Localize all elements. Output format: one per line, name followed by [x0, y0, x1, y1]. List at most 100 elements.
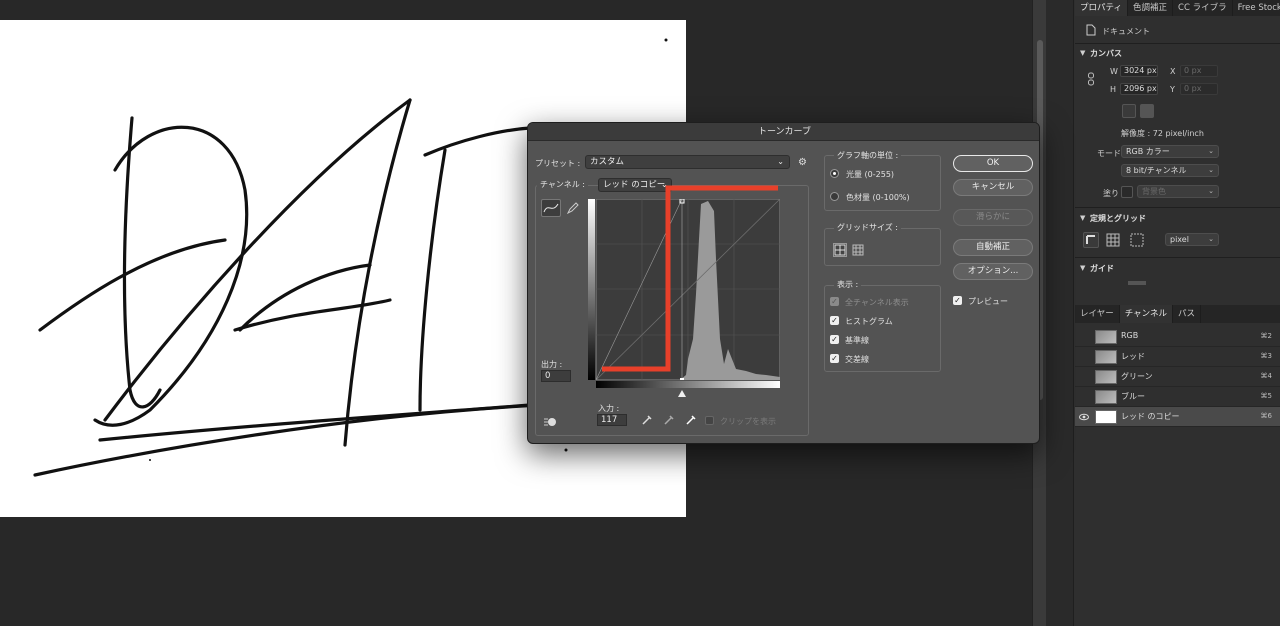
tab-paths[interactable]: パス — [1173, 305, 1202, 323]
cancel-button[interactable]: キャンセル — [953, 179, 1033, 196]
pigment-radio[interactable] — [830, 192, 839, 201]
all-channels-checkbox[interactable]: ✓ — [830, 297, 839, 306]
height-field[interactable]: 2096 px — [1120, 83, 1158, 95]
ruler-icon[interactable] — [1083, 232, 1099, 248]
preview-checkbox[interactable]: ✓ — [953, 296, 962, 305]
intersection-line-label: 交差線 — [845, 355, 869, 364]
light-radio[interactable] — [830, 169, 839, 178]
input-slider-handle[interactable] — [678, 390, 686, 397]
simple-grid-icon[interactable] — [833, 243, 847, 257]
on-image-adjust-icon[interactable] — [542, 415, 558, 429]
ruler-unit-select[interactable]: pixel ⌄ — [1165, 233, 1219, 246]
histogram-label: ヒストグラム — [845, 317, 893, 326]
width-field[interactable]: 3024 px — [1120, 65, 1158, 77]
mode-select[interactable]: RGB カラー ⌄ — [1121, 145, 1219, 158]
tab-adjustments[interactable]: 色調補正 — [1128, 0, 1174, 16]
width-label: W — [1110, 67, 1118, 76]
graph-unit-label: グラフ軸の単位 : — [834, 150, 902, 161]
gear-icon[interactable]: ⚙ — [798, 157, 807, 168]
rulers-grid-section-title: 定規とグリッド — [1090, 214, 1146, 223]
channel-row-red[interactable]: レッド ⌘3 — [1075, 347, 1280, 367]
pencil-icon[interactable] — [566, 201, 580, 215]
pixel-grid-icon[interactable] — [1130, 233, 1144, 247]
mode-label: モード — [1097, 149, 1121, 158]
y-label: Y — [1170, 85, 1175, 94]
canvas-section-title: カンバス — [1090, 49, 1122, 58]
histogram-checkbox[interactable]: ✓ — [830, 316, 839, 325]
channel-name: ブルー — [1121, 392, 1145, 401]
show-label: 表示 : — [834, 279, 862, 290]
document-icon — [1086, 24, 1096, 36]
divider — [1075, 43, 1280, 44]
fill-swatch[interactable] — [1121, 186, 1133, 198]
gray-eyedropper-icon[interactable] — [663, 414, 675, 426]
channel-thumbnail — [1095, 350, 1117, 364]
output-field[interactable]: 0 — [541, 370, 571, 382]
light-radio-label: 光量 (0-255) — [846, 170, 895, 179]
dialog-title[interactable]: トーンカーブ — [528, 123, 1039, 141]
guide-color-swatch[interactable] — [1128, 281, 1146, 285]
detailed-grid-icon[interactable] — [852, 244, 864, 256]
baseline-checkbox[interactable]: ✓ — [830, 335, 839, 344]
tab-properties[interactable]: プロパティ — [1075, 0, 1128, 16]
curves-dialog: トーンカーブ プリセット : カスタム ⌄ ⚙ チャンネル : レッド のコピー ⌄… — [527, 122, 1040, 444]
guides-section-title: ガイド — [1090, 264, 1114, 273]
document-label: ドキュメント — [1102, 27, 1150, 36]
channel-thumbnail — [1095, 330, 1117, 344]
channel-thumbnail — [1095, 390, 1117, 404]
grid-icon[interactable] — [1106, 233, 1120, 247]
pigment-radio-label: 色材量 (0-100%) — [846, 193, 910, 202]
tab-cc-libraries[interactable]: CC ライブラ — [1173, 0, 1233, 16]
landscape-orientation-icon[interactable] — [1140, 104, 1154, 118]
channel-name: レッド のコピー — [1121, 412, 1180, 421]
curve-point-tool-icon[interactable] — [541, 199, 561, 217]
channel-shortcut: ⌘6 — [1260, 412, 1272, 420]
eye-icon[interactable] — [1079, 412, 1089, 422]
white-eyedropper-icon[interactable] — [685, 414, 697, 426]
divider — [1075, 257, 1280, 258]
bit-depth-select[interactable]: 8 bit/チャンネル ⌄ — [1121, 164, 1219, 177]
properties-tabbar: プロパティ 色調補正 CC ライブラ Free Stock — [1075, 0, 1280, 16]
channel-shortcut: ⌘4 — [1260, 372, 1272, 380]
chevron-down-icon[interactable]: ▼ — [1080, 49, 1085, 57]
channel-row-green[interactable]: グリーン ⌘4 — [1075, 367, 1280, 387]
smooth-button[interactable]: 滑らかに — [953, 209, 1033, 226]
red-curve-overlay — [602, 185, 778, 372]
chevron-down-icon[interactable]: ▼ — [1080, 214, 1085, 222]
layers-tabbar: レイヤー チャンネル パス — [1075, 305, 1280, 323]
panel-collapse-strip[interactable] — [1046, 0, 1074, 626]
x-label: X — [1170, 67, 1176, 76]
channel-shortcut: ⌘2 — [1260, 332, 1272, 340]
channel-shortcut: ⌘3 — [1260, 352, 1272, 360]
auto-button[interactable]: 自動補正 — [953, 239, 1033, 256]
preset-select[interactable]: カスタム ⌄ — [585, 155, 790, 169]
input-label: 入力 : — [598, 404, 620, 413]
portrait-orientation-icon[interactable] — [1122, 104, 1136, 118]
channel-name: RGB — [1121, 331, 1139, 340]
all-channels-label: 全チャンネル表示 — [845, 298, 909, 307]
fill-label: 塗り — [1103, 189, 1119, 198]
tab-channels[interactable]: チャンネル — [1119, 305, 1173, 323]
channel-shortcut: ⌘5 — [1260, 392, 1272, 400]
tab-layers[interactable]: レイヤー — [1075, 305, 1120, 323]
channel-label: チャンネル : — [537, 179, 588, 190]
link-icon[interactable] — [1087, 72, 1095, 86]
tab-free-stock[interactable]: Free Stock — [1233, 0, 1280, 16]
options-button[interactable]: オプション... — [953, 263, 1033, 280]
black-eyedropper-icon[interactable] — [641, 414, 653, 426]
chevron-down-icon[interactable]: ▼ — [1080, 264, 1085, 272]
x-field[interactable]: 0 px — [1180, 65, 1218, 77]
channel-row-blue[interactable]: ブルー ⌘5 — [1075, 387, 1280, 407]
channel-name: グリーン — [1121, 372, 1153, 381]
channel-row-red-copy[interactable]: レッド のコピー ⌘6 — [1075, 407, 1280, 427]
height-label: H — [1110, 85, 1117, 94]
show-clipping-label: クリップを表示 — [720, 417, 776, 426]
fill-select[interactable]: 背景色 ⌄ — [1137, 185, 1219, 198]
show-clipping-checkbox[interactable] — [705, 416, 714, 425]
intersection-line-checkbox[interactable]: ✓ — [830, 354, 839, 363]
resolution-text: 解像度 : 72 pixel/inch — [1121, 129, 1204, 138]
channel-row-rgb[interactable]: RGB ⌘2 — [1075, 327, 1280, 347]
ok-button[interactable]: OK — [953, 155, 1033, 172]
y-field[interactable]: 0 px — [1180, 83, 1218, 95]
input-field[interactable]: 117 — [597, 414, 627, 426]
